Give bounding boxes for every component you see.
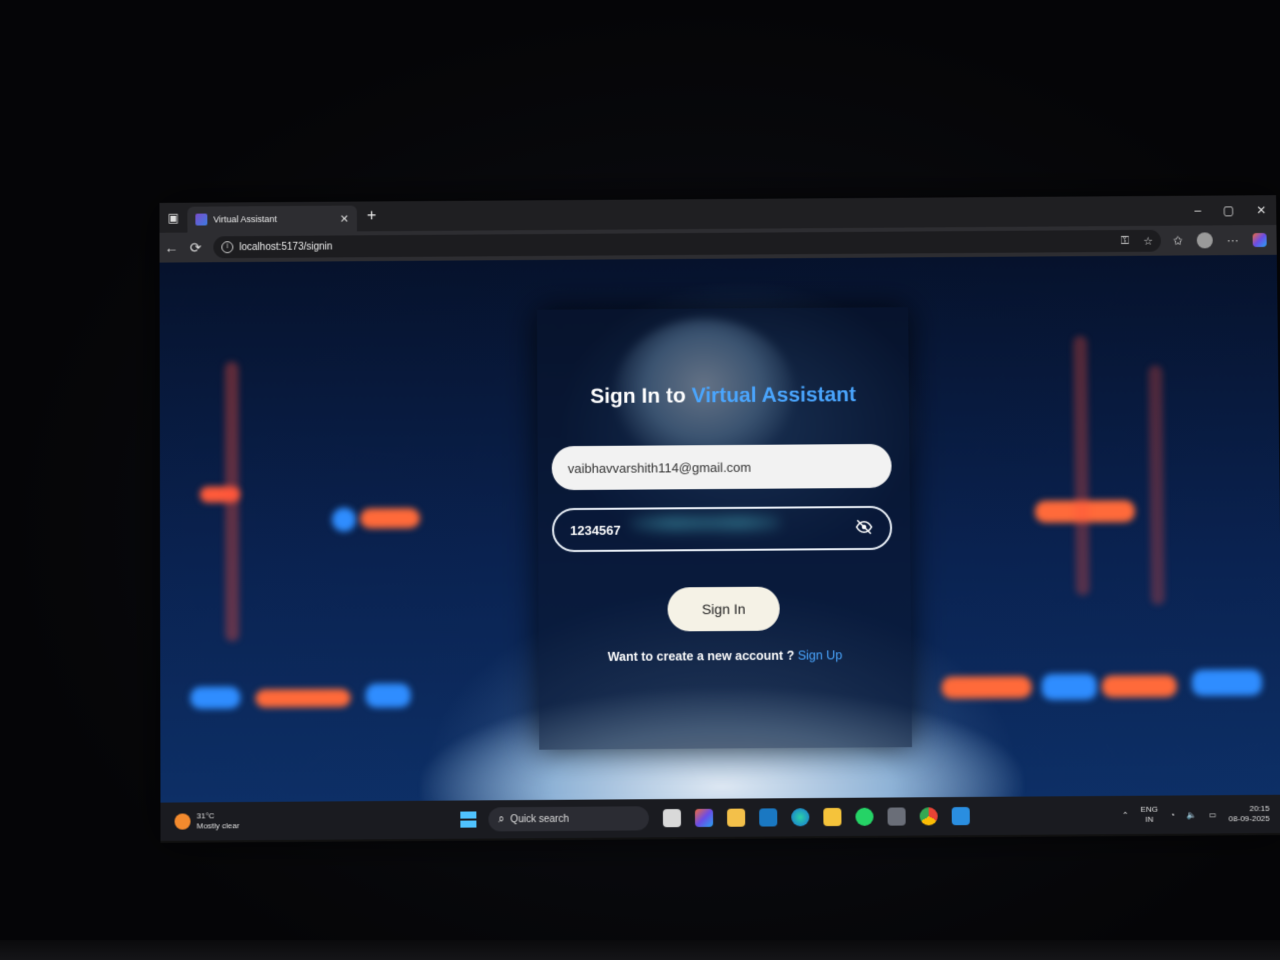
more-icon[interactable]: ··· bbox=[1227, 233, 1239, 247]
file-explorer-icon[interactable] bbox=[823, 808, 841, 826]
tab-favicon-icon bbox=[195, 214, 207, 226]
dell-icon[interactable] bbox=[759, 808, 777, 826]
close-window-button[interactable]: ✕ bbox=[1256, 203, 1266, 217]
bokeh-light bbox=[1148, 365, 1165, 605]
tab-virtual-assistant[interactable]: Virtual Assistant ✕ bbox=[187, 206, 357, 233]
tab-title: Virtual Assistant bbox=[213, 214, 339, 225]
chrome-icon[interactable] bbox=[919, 807, 937, 825]
task-view-icon[interactable] bbox=[663, 809, 681, 827]
eye-off-icon bbox=[855, 518, 873, 536]
keyboard-edge bbox=[0, 940, 1280, 960]
bokeh-light bbox=[190, 687, 240, 709]
taskbar-search[interactable]: ⌕ Quick search bbox=[488, 806, 649, 831]
language-indicator[interactable]: ENG IN bbox=[1141, 805, 1159, 825]
taskbar-apps bbox=[663, 807, 970, 827]
copilot-app-icon[interactable] bbox=[695, 809, 713, 827]
email-value: vaibhavvarshith114@gmail.com bbox=[568, 458, 876, 475]
bokeh-light bbox=[366, 683, 411, 707]
bokeh-light bbox=[1073, 336, 1090, 596]
search-icon: ⌕ bbox=[498, 813, 504, 826]
signup-link[interactable]: Sign Up bbox=[798, 648, 843, 662]
weather-widget[interactable]: 31°C Mostly clear bbox=[175, 811, 240, 832]
bokeh-light bbox=[255, 689, 350, 708]
clock[interactable]: 20:15 08-09-2025 bbox=[1228, 804, 1269, 824]
vscode-icon[interactable] bbox=[951, 807, 969, 825]
weather-temp: 31°C bbox=[197, 811, 240, 821]
clock-time: 20:15 bbox=[1228, 804, 1269, 814]
windows-taskbar: 31°C Mostly clear ⌕ Quick search ⌃ ENG I… bbox=[160, 795, 1280, 841]
key-icon[interactable]: ⚿ bbox=[1121, 234, 1129, 247]
tab-actions-icon[interactable]: ▣ bbox=[159, 203, 187, 233]
chevron-up-icon[interactable]: ⌃ bbox=[1122, 810, 1129, 819]
volume-icon[interactable]: 🔈 bbox=[1187, 810, 1197, 819]
signup-prompt: Want to create a new account ? Sign Up bbox=[539, 648, 912, 665]
snipping-tool-icon[interactable] bbox=[887, 807, 905, 825]
new-tab-button[interactable]: + bbox=[367, 207, 376, 225]
hide-password-icon[interactable] bbox=[854, 518, 874, 538]
back-button[interactable]: ← bbox=[160, 240, 184, 256]
store-icon[interactable] bbox=[727, 809, 745, 827]
maximize-button[interactable]: ▢ bbox=[1223, 203, 1234, 217]
profile-avatar[interactable] bbox=[1197, 232, 1213, 248]
weather-icon bbox=[175, 813, 191, 829]
tab-close-icon[interactable]: ✕ bbox=[340, 212, 349, 225]
laptop-screen: ▣ Virtual Assistant ✕ + – ▢ ✕ ← ⟳ i loca… bbox=[159, 195, 1280, 843]
sign-in-button[interactable]: Sign In bbox=[667, 587, 779, 632]
password-value: 1234567 bbox=[570, 521, 854, 538]
bokeh-light bbox=[1042, 674, 1097, 700]
signin-card: Sign In to Virtual Assistant vaibhavvars… bbox=[537, 307, 912, 750]
site-info-icon[interactable]: i bbox=[221, 241, 233, 253]
signin-page: Sign In to Virtual Assistant vaibhavvars… bbox=[160, 255, 1280, 803]
password-field[interactable]: 1234567 bbox=[552, 506, 892, 552]
title-accent: Virtual Assistant bbox=[692, 383, 857, 407]
reload-button[interactable]: ⟳ bbox=[183, 239, 207, 256]
toolbar-icons: ✩ ··· bbox=[1173, 232, 1267, 249]
bokeh-light bbox=[360, 508, 420, 528]
windows-start-icon[interactable] bbox=[460, 811, 476, 827]
weather-desc: Mostly clear bbox=[197, 821, 240, 831]
language-bottom: IN bbox=[1141, 815, 1159, 825]
favorites-icon[interactable]: ✩ bbox=[1173, 234, 1183, 248]
clock-date: 08-09-2025 bbox=[1229, 814, 1270, 824]
bokeh-light bbox=[1192, 669, 1262, 696]
system-tray: ⌃ ENG IN ◔ 🔈 ▭ 20:15 08-09-2025 bbox=[1122, 804, 1280, 825]
title-prefix: Sign In to bbox=[590, 384, 692, 408]
email-field[interactable]: vaibhavvarshith114@gmail.com bbox=[552, 444, 892, 490]
page-title: Sign In to Virtual Assistant bbox=[537, 383, 909, 410]
bokeh-light bbox=[1102, 675, 1177, 698]
url-text: localhost:5173/signin bbox=[239, 236, 1107, 253]
signup-prompt-text: Want to create a new account ? bbox=[608, 649, 798, 664]
language-top: ENG bbox=[1141, 805, 1159, 815]
search-label: Quick search bbox=[510, 813, 569, 824]
edge-icon[interactable] bbox=[791, 808, 809, 826]
bokeh-light bbox=[225, 362, 240, 642]
battery-icon[interactable]: ▭ bbox=[1209, 810, 1217, 819]
address-bar[interactable]: i localhost:5173/signin ⚿ ☆ bbox=[213, 230, 1161, 258]
star-icon[interactable]: ☆ bbox=[1143, 234, 1153, 247]
wifi-icon[interactable]: ◔ bbox=[1170, 810, 1175, 819]
window-controls: – ▢ ✕ bbox=[1194, 203, 1276, 217]
copilot-icon[interactable] bbox=[1253, 233, 1267, 247]
bokeh-light bbox=[332, 508, 356, 532]
whatsapp-icon[interactable] bbox=[855, 808, 873, 826]
minimize-button[interactable]: – bbox=[1194, 204, 1201, 218]
